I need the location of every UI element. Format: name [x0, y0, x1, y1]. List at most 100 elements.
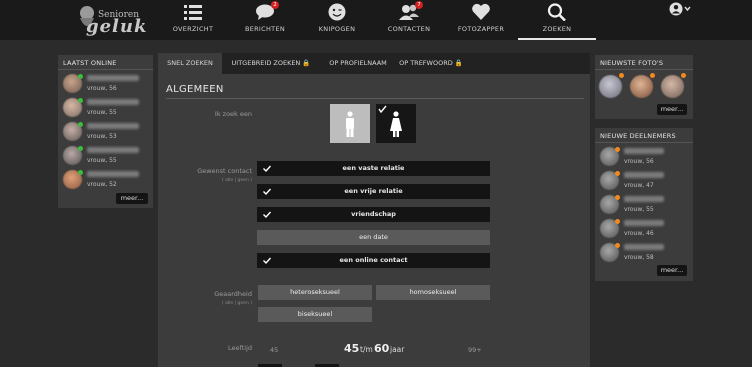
age-unit: jaar [390, 345, 405, 354]
new-member-row[interactable]: vrouw, 47 [600, 171, 688, 191]
contact-all-none[interactable]: ( alle | geen ) [142, 178, 252, 183]
user-name-blurred [624, 196, 664, 202]
user-meta: vrouw, 47 [624, 182, 654, 189]
user-name-blurred [624, 148, 664, 154]
user-name-blurred [87, 99, 139, 105]
nav-fotozapper[interactable]: FOTOZAPPER [442, 0, 520, 38]
gender-male-option[interactable] [330, 104, 370, 143]
age-to-value: 60 [374, 342, 390, 355]
nav-berichten[interactable]: 2 BERICHTEN [226, 0, 304, 38]
user-meta: vrouw, 55 [87, 157, 117, 164]
newest-photos-panel: NIEUWSTE FOTO'S meer... [595, 55, 693, 119]
contact-option-online-contact[interactable]: een online contact [257, 253, 490, 268]
new-dot [615, 243, 620, 248]
user-meta: vrouw, 46 [624, 230, 654, 237]
option-label: biseksueel [297, 310, 333, 318]
more-photos-button[interactable]: meer... [657, 104, 687, 115]
new-member-row[interactable]: vrouw, 58 [600, 243, 688, 263]
nav-label: CONTACTEN [387, 25, 431, 33]
user-meta: vrouw, 55 [624, 206, 654, 213]
option-label: een online contact [339, 256, 408, 264]
online-dot [78, 170, 83, 175]
user-name-blurred [87, 171, 139, 177]
top-navigation: Senioren geluk OVERZICHT 2 BERICHTEN KNI… [0, 0, 752, 40]
online-dot [78, 122, 83, 127]
online-dot [78, 74, 83, 79]
option-label: homoseksueel [409, 288, 457, 296]
orientation-option-homo[interactable]: homoseksueel [376, 285, 490, 300]
brand-logo[interactable]: Senioren geluk [76, 2, 166, 38]
new-member-row[interactable]: vrouw, 56 [600, 147, 688, 167]
newest-photo[interactable] [630, 75, 653, 98]
orientation-option-bi[interactable]: biseksueel [258, 307, 372, 322]
online-dot [78, 146, 83, 151]
contact-option-vriendschap[interactable]: vriendschap [257, 207, 490, 222]
online-user-row[interactable]: vrouw, 56 [63, 74, 151, 94]
divider [595, 142, 693, 143]
nav-label: OVERZICHT [172, 25, 214, 33]
seek-label: Ik zoek een [214, 110, 252, 118]
new-dot [615, 147, 620, 152]
orientation-all-none[interactable]: ( alle | geen ) [142, 301, 252, 306]
gender-female-option[interactable] [376, 104, 416, 143]
option-label: een vaste relatie [342, 164, 405, 172]
nav-knipogen[interactable]: KNIPOGEN [298, 0, 376, 38]
logo-text-line2: geluk [86, 16, 148, 37]
newest-photo[interactable] [661, 75, 684, 98]
orientation-option-hetero[interactable]: heteroseksueel [258, 285, 372, 300]
user-meta: vrouw, 52 [87, 181, 117, 188]
female-figure-icon [378, 105, 402, 137]
age-scale-min: 45 [270, 346, 279, 354]
panel-title: NIEUWSTE FOTO'S [600, 59, 664, 67]
new-dot [619, 73, 624, 78]
check-icon [263, 211, 272, 219]
new-dot [650, 73, 655, 78]
online-user-row[interactable]: vrouw, 55 [63, 146, 151, 166]
option-label: vriendschap [351, 210, 396, 218]
user-name-blurred [624, 244, 664, 250]
tab-uitgebreid-zoeken[interactable]: UITGEBREID ZOEKEN 🔒 [224, 53, 318, 74]
more-members-button[interactable]: meer... [657, 265, 687, 276]
tab-op-profielnaam[interactable]: OP PROFIELNAAM [320, 53, 396, 74]
age-from-value: 45 [344, 342, 360, 355]
more-online-button[interactable]: meer... [116, 193, 148, 204]
tab-op-trefwoord[interactable]: OP TREFWOORD 🔒 [398, 53, 464, 74]
nav-overzicht[interactable]: OVERZICHT [154, 0, 232, 38]
contact-label: Gewenst contact [197, 167, 252, 175]
user-meta: vrouw, 56 [87, 85, 117, 92]
online-user-row[interactable]: vrouw, 52 [63, 170, 151, 190]
option-label: heteroseksueel [290, 288, 340, 296]
contact-option-vrije-relatie[interactable]: een vrije relatie [257, 184, 490, 199]
tab-snel-zoeken[interactable]: SNEL ZOEKEN [158, 53, 222, 74]
nav-label: BERICHTEN [244, 25, 286, 33]
online-user-row[interactable]: vrouw, 53 [63, 122, 151, 142]
new-member-row[interactable]: vrouw, 46 [600, 219, 688, 239]
last-online-panel: LAATST ONLINE vrouw, 56 vrouw, 55 vrouw,… [58, 55, 153, 208]
contact-option-date[interactable]: een date [257, 230, 490, 245]
new-dot [615, 195, 620, 200]
option-label: een date [359, 233, 388, 241]
nav-label: FOTOZAPPER [457, 25, 505, 33]
divider [58, 69, 153, 70]
option-label: een vrije relatie [344, 187, 403, 195]
heart-icon [472, 3, 490, 21]
user-menu[interactable] [668, 1, 692, 16]
newest-photo[interactable] [599, 75, 622, 98]
nav-zoeken[interactable]: ZOEKEN [518, 0, 596, 40]
age-scale-max: 99+ [468, 346, 482, 354]
panel-title: LAATST ONLINE [63, 59, 117, 67]
search-panel: SNEL ZOEKEN UITGEBREID ZOEKEN 🔒 OP PROFI… [158, 53, 590, 367]
panel-title: NIEUWE DEELNEMERS [600, 132, 676, 140]
user-circle-icon [669, 2, 691, 16]
new-dot [681, 73, 686, 78]
age-label: Leeftijd [228, 344, 252, 352]
contact-option-vaste-relatie[interactable]: een vaste relatie [257, 161, 490, 176]
nav-contacten[interactable]: 7 CONTACTEN [370, 0, 448, 38]
check-icon [263, 188, 272, 196]
online-user-row[interactable]: vrouw, 55 [63, 98, 151, 118]
user-name-blurred [87, 147, 139, 153]
section-title: ALGEMEEN [166, 84, 224, 95]
user-name-blurred [87, 123, 139, 129]
unread-badge: 2 [271, 1, 279, 9]
new-member-row[interactable]: vrouw, 55 [600, 195, 688, 215]
